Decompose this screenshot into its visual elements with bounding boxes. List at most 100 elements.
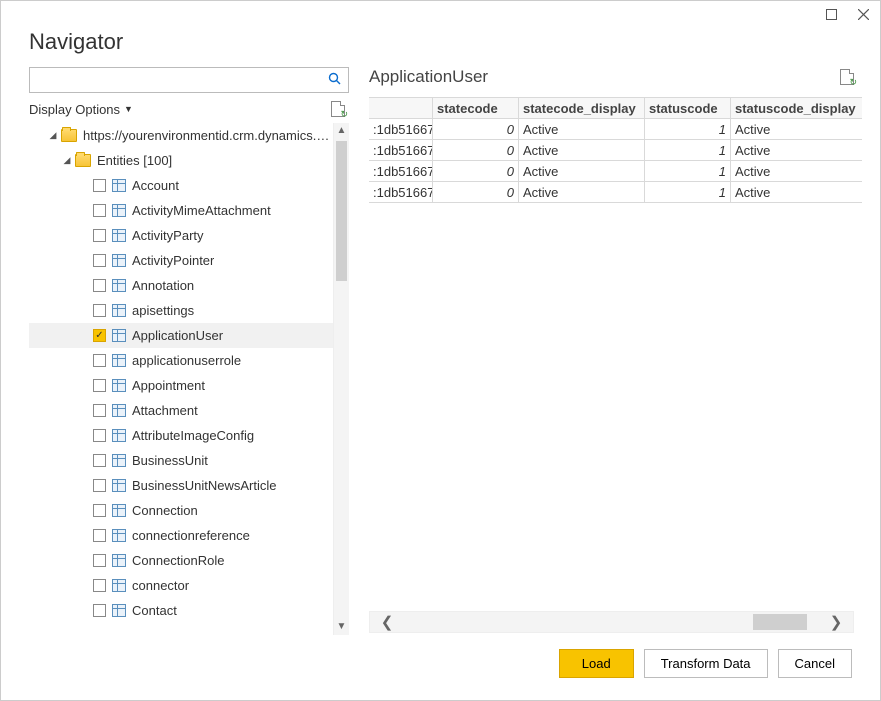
entity-label: ActivityMimeAttachment — [132, 203, 271, 218]
footer: Load Transform Data Cancel — [1, 635, 880, 700]
scroll-up-icon[interactable]: ▲ — [334, 123, 349, 139]
checkbox[interactable] — [93, 454, 106, 467]
checkbox[interactable]: ✓ — [93, 329, 106, 342]
checkbox[interactable] — [93, 404, 106, 417]
table-cell: 1 — [645, 182, 731, 202]
entity-label: Connection — [132, 503, 198, 518]
preview-title: ApplicationUser — [369, 67, 488, 87]
entity-label: Annotation — [132, 278, 194, 293]
close-icon[interactable] — [856, 7, 870, 21]
table-icon — [112, 479, 126, 492]
entity-label: Attachment — [132, 403, 198, 418]
preview-refresh-icon[interactable] — [840, 69, 854, 85]
column-header[interactable]: statecode_display — [519, 98, 645, 118]
entity-item[interactable]: ActivityPointer — [29, 248, 333, 273]
entity-item[interactable]: ActivityParty — [29, 223, 333, 248]
header: Navigator — [1, 21, 880, 67]
table-row[interactable]: :1db516670Active1Active — [369, 161, 862, 182]
table-cell: :1db51667 — [369, 119, 433, 139]
titlebar — [1, 1, 880, 21]
scroll-down-icon[interactable]: ▼ — [334, 619, 349, 635]
entity-tree[interactable]: ◢https://yourenvironmentid.crm.dynamics.… — [29, 123, 333, 635]
right-panel: ApplicationUser statecodestatecode_displ… — [349, 67, 862, 635]
checkbox[interactable] — [93, 554, 106, 567]
column-header[interactable]: statuscode — [645, 98, 731, 118]
collapse-icon[interactable]: ◢ — [47, 130, 59, 141]
checkbox[interactable] — [93, 379, 106, 392]
checkbox[interactable] — [93, 604, 106, 617]
column-header[interactable] — [369, 98, 433, 118]
entity-label: ApplicationUser — [132, 328, 223, 343]
entity-item[interactable]: Connection — [29, 498, 333, 523]
table-icon — [112, 229, 126, 242]
table-cell: 1 — [645, 140, 731, 160]
search-icon[interactable] — [322, 72, 348, 89]
entity-item[interactable]: connector — [29, 573, 333, 598]
checkbox[interactable] — [93, 279, 106, 292]
table-icon — [112, 429, 126, 442]
checkbox[interactable] — [93, 479, 106, 492]
scroll-left-icon[interactable]: ❮ — [370, 613, 404, 631]
table-icon — [112, 354, 126, 367]
load-button[interactable]: Load — [559, 649, 634, 678]
tree-root[interactable]: ◢https://yourenvironmentid.crm.dynamics.… — [29, 123, 333, 148]
entity-label: ConnectionRole — [132, 553, 225, 568]
table-icon — [112, 529, 126, 542]
entity-item[interactable]: Attachment — [29, 398, 333, 423]
checkbox[interactable] — [93, 179, 106, 192]
entity-item[interactable]: connectionreference — [29, 523, 333, 548]
column-header[interactable]: statecode — [433, 98, 519, 118]
checkbox[interactable] — [93, 529, 106, 542]
entity-label: Appointment — [132, 378, 205, 393]
table-row[interactable]: :1db516670Active1Active — [369, 119, 862, 140]
preview-table: statecodestatecode_displaystatuscodestat… — [369, 97, 862, 203]
table-icon — [112, 579, 126, 592]
entity-item[interactable]: applicationuserrole — [29, 348, 333, 373]
search-input[interactable] — [30, 68, 322, 92]
entity-item[interactable]: Account — [29, 173, 333, 198]
table-row[interactable]: :1db516670Active1Active — [369, 182, 862, 203]
entity-item[interactable]: ActivityMimeAttachment — [29, 198, 333, 223]
search-box[interactable] — [29, 67, 349, 93]
checkbox[interactable] — [93, 579, 106, 592]
entity-label: apisettings — [132, 303, 194, 318]
horizontal-scrollbar[interactable]: ❮ ❯ — [369, 611, 854, 633]
transform-data-button[interactable]: Transform Data — [644, 649, 768, 678]
entity-item[interactable]: BusinessUnitNewsArticle — [29, 473, 333, 498]
entity-label: connectionreference — [132, 528, 250, 543]
table-cell: 1 — [645, 119, 731, 139]
scroll-thumb[interactable] — [336, 141, 347, 281]
table-row[interactable]: :1db516670Active1Active — [369, 140, 862, 161]
column-header[interactable]: statuscode_display — [731, 98, 862, 118]
checkbox[interactable] — [93, 504, 106, 517]
table-cell: 0 — [433, 140, 519, 160]
tree-scrollbar[interactable]: ▲ ▼ — [333, 123, 349, 635]
entity-item[interactable]: ✓ ApplicationUser — [29, 323, 333, 348]
hscroll-thumb[interactable] — [753, 614, 807, 630]
entity-item[interactable]: apisettings — [29, 298, 333, 323]
checkbox[interactable] — [93, 204, 106, 217]
entity-item[interactable]: Contact — [29, 598, 333, 623]
table-icon — [112, 279, 126, 292]
table-cell: Active — [731, 119, 862, 139]
table-icon — [112, 604, 126, 617]
scroll-right-icon[interactable]: ❯ — [819, 613, 853, 631]
refresh-icon[interactable] — [331, 101, 345, 117]
entity-item[interactable]: Appointment — [29, 373, 333, 398]
entity-item[interactable]: ConnectionRole — [29, 548, 333, 573]
cancel-button[interactable]: Cancel — [778, 649, 852, 678]
table-icon — [112, 204, 126, 217]
checkbox[interactable] — [93, 354, 106, 367]
entity-label: ActivityParty — [132, 228, 204, 243]
maximize-icon[interactable] — [824, 7, 838, 21]
checkbox[interactable] — [93, 254, 106, 267]
entity-item[interactable]: Annotation — [29, 273, 333, 298]
checkbox[interactable] — [93, 429, 106, 442]
entity-item[interactable]: AttributeImageConfig — [29, 423, 333, 448]
checkbox[interactable] — [93, 229, 106, 242]
display-options-button[interactable]: Display Options ▼ — [29, 102, 133, 117]
entity-item[interactable]: BusinessUnit — [29, 448, 333, 473]
collapse-icon[interactable]: ◢ — [61, 155, 73, 166]
checkbox[interactable] — [93, 304, 106, 317]
tree-entities[interactable]: ◢Entities [100] — [29, 148, 333, 173]
